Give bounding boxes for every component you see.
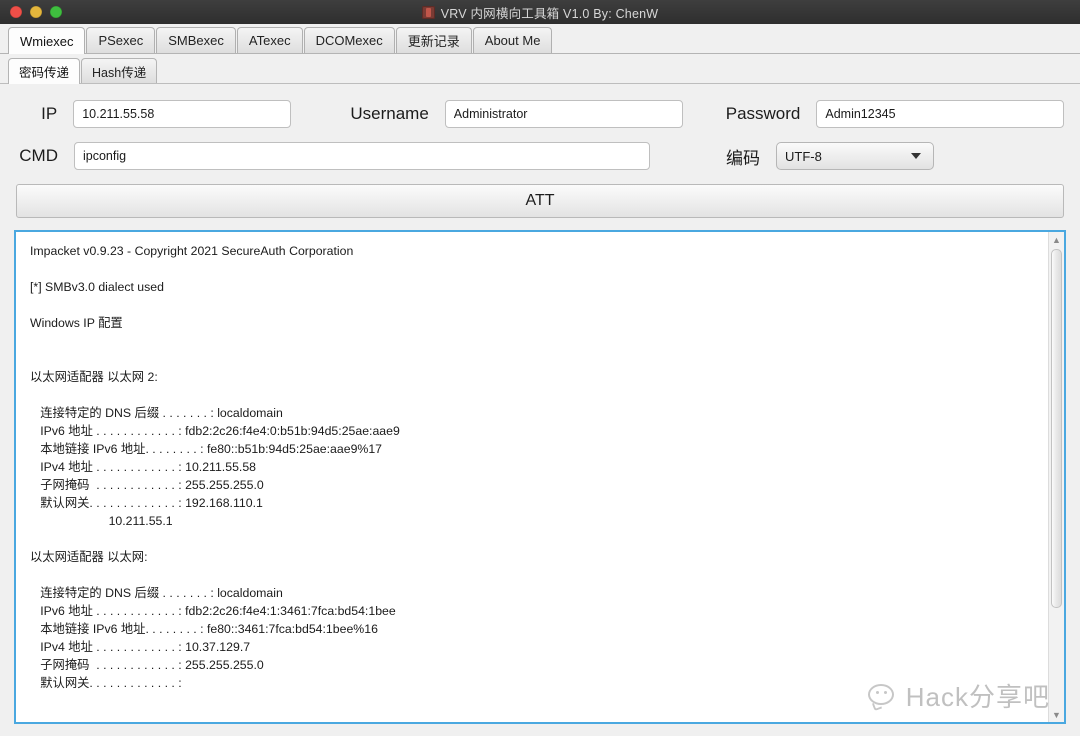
password-input[interactable] bbox=[816, 100, 1064, 128]
console-line: 默认网关. . . . . . . . . . . . . : bbox=[30, 676, 182, 690]
window-controls bbox=[0, 6, 62, 18]
action-bar: ATT bbox=[0, 184, 1080, 218]
console-line: 子网掩码 . . . . . . . . . . . . : 255.255.2… bbox=[30, 658, 264, 672]
console-line: Windows IP 配置 bbox=[30, 316, 123, 330]
console-line: 连接特定的 DNS 后缀 . . . . . . . : localdomain bbox=[30, 406, 283, 420]
tab-psexec[interactable]: PSexec bbox=[86, 27, 156, 53]
scroll-up-arrow-icon[interactable]: ▲ bbox=[1049, 232, 1064, 247]
scrollbar-thumb[interactable] bbox=[1051, 249, 1062, 608]
scroll-down-arrow-icon[interactable]: ▼ bbox=[1049, 707, 1064, 722]
app-icon bbox=[421, 5, 435, 19]
console-line: 本地链接 IPv6 地址. . . . . . . . : fe80::3461… bbox=[30, 622, 378, 636]
cmd-input[interactable] bbox=[74, 142, 650, 170]
title-bar: VRV 内网横向工具箱 V1.0 By: ChenW bbox=[0, 0, 1080, 24]
tab-label: ATexec bbox=[248, 33, 291, 48]
console-line: 子网掩码 . . . . . . . . . . . . : 255.255.2… bbox=[30, 478, 264, 492]
title-center: VRV 内网横向工具箱 V1.0 By: ChenW bbox=[0, 0, 1080, 24]
ip-input[interactable] bbox=[73, 100, 292, 128]
scrollbar-track[interactable] bbox=[1049, 247, 1064, 707]
main-tab-bar: Wmiexec PSexec SMBexec ATexec DCOMexec 更… bbox=[0, 24, 1080, 54]
output-console-container: Impacket v0.9.23 - Copyright 2021 Secure… bbox=[14, 230, 1066, 724]
output-console[interactable]: Impacket v0.9.23 - Copyright 2021 Secure… bbox=[16, 232, 1048, 722]
console-line: [*] SMBv3.0 dialect used bbox=[30, 280, 164, 294]
console-line: IPv6 地址 . . . . . . . . . . . . : fdb2:2… bbox=[30, 604, 396, 618]
console-scrollbar[interactable]: ▲ ▼ bbox=[1048, 232, 1064, 722]
console-line: Impacket v0.9.23 - Copyright 2021 Secure… bbox=[30, 244, 354, 258]
tab-label: SMBexec bbox=[168, 33, 224, 48]
attack-button[interactable]: ATT bbox=[16, 184, 1064, 218]
console-line: 连接特定的 DNS 后缀 . . . . . . . : localdomain bbox=[30, 586, 283, 600]
encoding-select[interactable]: UTF-8 bbox=[776, 142, 934, 170]
subtab-label: Hash传递 bbox=[92, 65, 147, 80]
cmd-label: CMD bbox=[19, 146, 58, 165]
tab-wmiexec[interactable]: Wmiexec bbox=[8, 27, 86, 54]
tab-about-me[interactable]: About Me bbox=[472, 27, 553, 53]
encoding-value: UTF-8 bbox=[785, 148, 822, 164]
tab-smbexec[interactable]: SMBexec bbox=[156, 27, 236, 53]
sub-tab-bar: 密码传递 Hash传递 bbox=[0, 54, 1080, 84]
tab-atexec[interactable]: ATexec bbox=[236, 27, 303, 53]
tab-label: About Me bbox=[484, 33, 541, 48]
connection-form: IP Username Password CMD 编码 UTF-8 bbox=[0, 84, 1080, 184]
console-line: IPv6 地址 . . . . . . . . . . . . : fdb2:2… bbox=[30, 424, 400, 438]
password-label: Password bbox=[725, 104, 801, 123]
maximize-button[interactable] bbox=[50, 6, 62, 18]
console-line: IPv4 地址 . . . . . . . . . . . . : 10.211… bbox=[30, 460, 256, 474]
chevron-down-icon bbox=[911, 153, 921, 159]
close-button[interactable] bbox=[10, 6, 22, 18]
console-line: 默认网关. . . . . . . . . . . . . : 192.168.… bbox=[30, 496, 263, 510]
username-label: Username bbox=[350, 104, 429, 123]
console-line: 10.211.55.1 bbox=[30, 514, 173, 528]
encoding-label: 编码 bbox=[726, 148, 760, 168]
window-title: VRV 内网横向工具箱 V1.0 By: ChenW bbox=[440, 6, 659, 21]
console-line: 以太网适配器 以太网: bbox=[30, 550, 148, 564]
ip-label: IP bbox=[41, 104, 58, 123]
subtab-hash-auth[interactable]: Hash传递 bbox=[81, 58, 158, 83]
console-line: 本地链接 IPv6 地址. . . . . . . . : fe80::b51b… bbox=[30, 442, 383, 456]
credentials-row: IP Username Password bbox=[16, 100, 1064, 128]
tab-label: PSexec bbox=[98, 33, 144, 48]
app-window: VRV 内网横向工具箱 V1.0 By: ChenW Wmiexec PSexe… bbox=[0, 0, 1080, 736]
subtab-label: 密码传递 bbox=[19, 66, 70, 80]
console-line: 以太网适配器 以太网 2: bbox=[30, 370, 158, 384]
subtab-password-auth[interactable]: 密码传递 bbox=[8, 58, 81, 84]
command-row: CMD 编码 UTF-8 bbox=[16, 142, 1064, 170]
tab-label: 更新记录 bbox=[407, 34, 460, 49]
minimize-button[interactable] bbox=[30, 6, 42, 18]
tab-label: Wmiexec bbox=[20, 33, 74, 49]
tab-label: DCOMexec bbox=[315, 33, 383, 48]
console-line: IPv4 地址 . . . . . . . . . . . . : 10.37.… bbox=[30, 640, 251, 654]
tab-dcomexec[interactable]: DCOMexec bbox=[303, 27, 395, 53]
tab-changelog[interactable]: 更新记录 bbox=[395, 27, 472, 53]
username-input[interactable] bbox=[444, 100, 683, 128]
